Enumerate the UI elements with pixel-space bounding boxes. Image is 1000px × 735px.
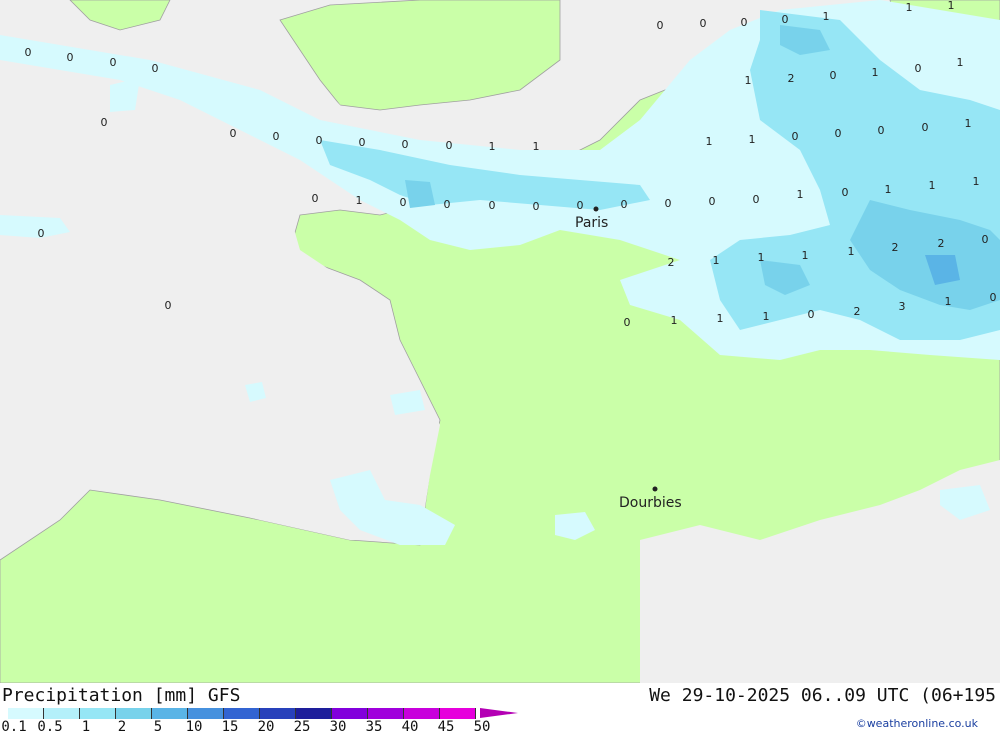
grid-value: 0	[624, 316, 631, 329]
legend-arrow	[480, 708, 518, 718]
grid-value: 1	[965, 117, 972, 130]
grid-value: 1	[749, 133, 756, 146]
grid-value: 0	[400, 196, 407, 209]
grid-value: 1	[802, 249, 809, 262]
grid-value: 1	[489, 140, 496, 153]
legend-swatch	[116, 708, 152, 719]
grid-value: 0	[792, 130, 799, 143]
grid-value: 0	[915, 62, 922, 75]
city-dot-dourbies	[652, 486, 658, 492]
grid-value: 2	[788, 72, 795, 85]
grid-value: 1	[533, 140, 540, 153]
grid-value: 1	[713, 254, 720, 267]
grid-value: 0	[152, 62, 159, 75]
legend-swatch	[296, 708, 332, 719]
grid-value: 0	[444, 198, 451, 211]
grid-value: 2	[854, 305, 861, 318]
grid-value: 1	[957, 56, 964, 69]
grid-value: 1	[745, 74, 752, 87]
grid-value: 1	[717, 312, 724, 325]
grid-value: 0	[110, 56, 117, 69]
grid-value: 2	[668, 256, 675, 269]
grid-value: 0	[835, 127, 842, 140]
grid-value: 0	[990, 291, 997, 304]
legend-swatch	[440, 708, 476, 719]
grid-value: 0	[753, 193, 760, 206]
grid-value: 1	[973, 175, 980, 188]
valid-time: We 29-10-2025 06..09 UTC (06+195	[649, 685, 996, 706]
grid-value: 1	[872, 66, 879, 79]
map-footer: Precipitation [mm] GFS We 29-10-2025 06.…	[0, 683, 1000, 735]
grid-value: 1	[823, 10, 830, 23]
grid-value: 0	[533, 200, 540, 213]
grid-value: 0	[982, 233, 989, 246]
grid-value: 0	[489, 199, 496, 212]
grid-value: 1	[758, 251, 765, 264]
grid-value: 0	[878, 124, 885, 137]
grid-value: 0	[657, 19, 664, 32]
grid-value: 1	[671, 314, 678, 327]
grid-value: 1	[356, 194, 363, 207]
grid-value: 0	[273, 130, 280, 143]
grid-value: 0	[101, 116, 108, 129]
grid-value: 0	[709, 195, 716, 208]
grid-value: 0	[316, 134, 323, 147]
grid-value: 0	[808, 308, 815, 321]
grid-value: 1	[885, 183, 892, 196]
grid-value: 0	[842, 186, 849, 199]
legend-swatch	[152, 708, 188, 719]
grid-value: 0	[312, 192, 319, 205]
grid-value: 1	[706, 135, 713, 148]
grid-value: 0	[577, 199, 584, 212]
grid-value: 0	[446, 139, 453, 152]
legend-swatch	[332, 708, 368, 719]
city-label-dourbies: Dourbies	[619, 495, 682, 511]
grid-value: 0	[359, 136, 366, 149]
legend-swatch	[224, 708, 260, 719]
grid-value: 0	[665, 197, 672, 210]
grid-value: 0	[67, 51, 74, 64]
legend-swatch	[368, 708, 404, 719]
legend-labels: 0.1 0.5 1 2 5 10 15 20 25 30 35 40 45 50	[1, 719, 528, 735]
legend-swatch	[260, 708, 296, 719]
grid-value: 0	[25, 46, 32, 59]
legend-swatch	[80, 708, 116, 719]
legend-swatch	[44, 708, 80, 719]
grid-value: 1	[797, 188, 804, 201]
grid-value: 1	[848, 245, 855, 258]
legend-swatch	[404, 708, 440, 719]
grid-value: 1	[929, 179, 936, 192]
color-legend: 0.1 0.5 1 2 5 10 15 20 25 30 35 40 45 50	[1, 708, 520, 735]
grid-value: 2	[938, 237, 945, 250]
grid-value: 0	[741, 16, 748, 29]
legend-swatch	[188, 708, 224, 719]
legend-bar	[8, 708, 476, 719]
city-dot-paris	[593, 206, 599, 212]
grid-value: 0	[165, 299, 172, 312]
grid-value: 0	[38, 227, 45, 240]
grid-value: 0	[402, 138, 409, 151]
grid-value: 0	[922, 121, 929, 134]
grid-value: 0	[830, 69, 837, 82]
grid-value: 0	[700, 17, 707, 30]
grid-value: 2	[892, 241, 899, 254]
map-canvas: 0 0 0 0 0 0 0 0 0 0 0 0 0 1 1 0 1 0 0 0 0 0 0 0 0 0 0 0 0 0 1 1 1 1 2 0 1 0 1 1…	[0, 0, 1000, 683]
grid-value: 0	[782, 13, 789, 26]
grid-value: 1	[763, 310, 770, 323]
grid-value: 0	[230, 127, 237, 140]
precipitation-map[interactable]: 0 0 0 0 0 0 0 0 0 0 0 0 0 1 1 0 1 0 0 0 0 0 0 0 0 0 0 0 0 0 1 1 1 1 2 0 1 0 1 1…	[0, 0, 1000, 683]
legend-swatch	[8, 708, 44, 719]
grid-value: 1	[945, 295, 952, 308]
grid-value: 3	[899, 300, 906, 313]
city-label-paris: Paris	[575, 215, 608, 231]
credit-link[interactable]: ©weatheronline.co.uk	[856, 717, 978, 730]
map-title: Precipitation [mm] GFS	[2, 685, 241, 706]
grid-value: 1	[906, 1, 913, 14]
grid-value: 1	[948, 0, 955, 12]
grid-value: 0	[621, 198, 628, 211]
